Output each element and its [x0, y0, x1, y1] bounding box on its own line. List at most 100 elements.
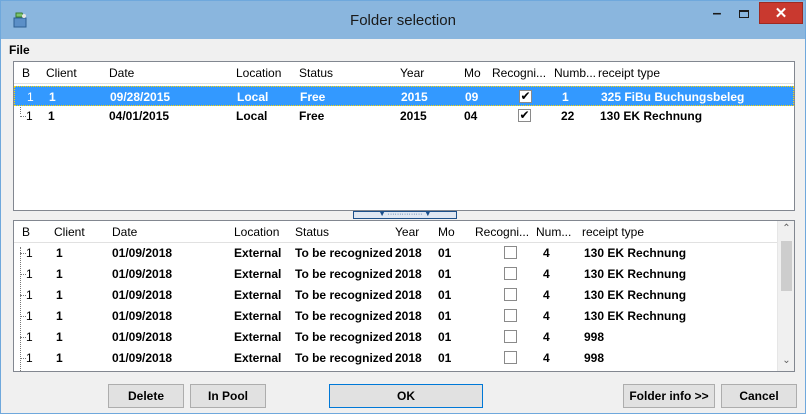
cell-b: 1 [26, 309, 33, 323]
top-folder-grid[interactable]: B Client Date Location Status Year Mo Re… [13, 61, 795, 211]
table-row[interactable]: 1101/09/2018ExternalTo be recognized2018… [14, 306, 794, 326]
col-header-status[interactable]: Status [295, 225, 329, 239]
cell-date: 01/09/2018 [112, 267, 173, 281]
table-row[interactable]: 1101/09/2018ExternalTo be recognized2018… [14, 327, 794, 347]
cell-client: 1 [56, 351, 63, 365]
folder-info-button[interactable]: Folder info >> [623, 384, 715, 408]
cell-b: 1 [26, 109, 33, 123]
bottom-folder-grid[interactable]: B Client Date Location Status Year Mo Re… [13, 220, 795, 372]
cell-mo: 04 [464, 109, 478, 123]
cell-receipt-type: 998 [584, 351, 605, 365]
cell-number: 4 [543, 288, 550, 302]
cell-status: To be recognized [295, 330, 393, 344]
cell-b: 1 [26, 351, 33, 365]
table-row[interactable]: 1101/09/2018ExternalTo be recognized2018… [14, 348, 794, 368]
col-header-mo[interactable]: Mo [438, 225, 455, 239]
in-pool-button[interactable]: In Pool [190, 384, 266, 408]
menu-file[interactable]: File [9, 43, 30, 57]
recognized-checkbox[interactable] [504, 246, 517, 259]
cell-status: Free [300, 90, 326, 104]
table-row[interactable]: 1101/09/2018ExternalTo be recognized2018… [14, 369, 794, 371]
cell-client: 1 [56, 246, 63, 260]
ok-button[interactable]: OK [329, 384, 483, 408]
recognized-checkbox[interactable]: ✔ [518, 109, 531, 122]
cell-number: 4 [543, 309, 550, 323]
table-row[interactable]: 1 1 04/01/2015 Local Free 2015 04 ✔ 22 1… [14, 106, 794, 126]
cell-date: 01/09/2018 [112, 330, 173, 344]
scroll-up-icon[interactable]: ⌃ [778, 223, 794, 234]
col-header-recognized[interactable]: Recogni... [475, 225, 529, 239]
top-grid-header: B Client Date Location Status Year Mo Re… [14, 62, 794, 84]
col-header-client[interactable]: Client [54, 225, 85, 239]
col-header-year[interactable]: Year [395, 225, 419, 239]
cell-status: To be recognized [295, 288, 393, 302]
cell-receipt-type: 130 EK Rechnung [584, 309, 687, 323]
vertical-scrollbar[interactable]: ⌃ ⌄ [777, 221, 794, 371]
cell-number: 4 [543, 267, 550, 281]
recognized-checkbox[interactable] [504, 351, 517, 364]
cell-location: External [234, 330, 282, 344]
cell-client: 1 [49, 90, 56, 104]
col-header-b[interactable]: B [22, 225, 30, 239]
cell-year: 2018 [395, 267, 422, 281]
cell-year: 2018 [395, 351, 422, 365]
cell-year: 2018 [395, 330, 422, 344]
recognized-checkbox[interactable] [504, 288, 517, 301]
recognized-checkbox[interactable] [504, 267, 517, 280]
scroll-down-icon[interactable]: ⌄ [778, 355, 794, 366]
cell-year: 2018 [395, 288, 422, 302]
cell-date: 01/09/2018 [112, 246, 173, 260]
col-header-recognized[interactable]: Recogni... [492, 66, 546, 80]
col-header-number[interactable]: Numb... [554, 66, 596, 80]
col-header-receipt-type[interactable]: receipt type [582, 225, 644, 239]
cell-location: External [234, 309, 282, 323]
cell-location: Local [236, 109, 268, 123]
cancel-button[interactable]: Cancel [721, 384, 797, 408]
col-header-status[interactable]: Status [299, 66, 333, 80]
col-header-client[interactable]: Client [46, 66, 77, 80]
grid-splitter[interactable]: ▼ ··············· ▼ [353, 211, 457, 219]
cell-mo: 01 [438, 246, 452, 260]
cell-location: External [234, 351, 282, 365]
col-header-number[interactable]: Num... [536, 225, 571, 239]
cell-client: 1 [56, 309, 63, 323]
table-row[interactable]: 1101/09/2018ExternalTo be recognized2018… [14, 264, 794, 284]
cell-number: 22 [561, 109, 575, 123]
maximize-icon [739, 10, 749, 18]
table-row[interactable]: 1101/09/2018ExternalTo be recognized2018… [14, 285, 794, 305]
col-header-location[interactable]: Location [234, 225, 279, 239]
col-header-location[interactable]: Location [236, 66, 281, 80]
cell-date: 01/09/2018 [112, 288, 173, 302]
cell-receipt-type: 130 EK Rechnung [584, 288, 687, 302]
cell-date: 04/01/2015 [109, 109, 170, 123]
col-header-date[interactable]: Date [112, 225, 137, 239]
cell-status: To be recognized [295, 351, 393, 365]
col-header-date[interactable]: Date [109, 66, 134, 80]
col-header-b[interactable]: B [22, 66, 30, 80]
cell-year: 2015 [400, 109, 427, 123]
recognized-checkbox[interactable] [504, 330, 517, 343]
cell-mo: 09 [465, 90, 479, 104]
cell-year: 2015 [401, 90, 428, 104]
cell-client: 1 [48, 109, 55, 123]
cell-year: 2018 [395, 309, 422, 323]
recognized-checkbox[interactable]: ✔ [519, 90, 532, 103]
cell-status: To be recognized [295, 267, 393, 281]
cell-mo: 01 [438, 330, 452, 344]
col-header-year[interactable]: Year [400, 66, 424, 80]
table-row[interactable]: 1101/09/2018ExternalTo be recognized2018… [14, 243, 794, 263]
maximize-button[interactable] [731, 5, 757, 27]
recognized-checkbox[interactable] [504, 309, 517, 322]
table-row[interactable]: 1 1 09/28/2015 Local Free 2015 09 ✔ 1 32… [14, 86, 794, 106]
cell-receipt-type: 130 EK Rechnung [584, 246, 687, 260]
cell-status: To be recognized [295, 246, 393, 260]
cell-location: External [234, 246, 282, 260]
close-button[interactable]: ✕ [759, 2, 803, 24]
cell-number: 1 [562, 90, 569, 104]
scroll-thumb[interactable] [781, 241, 792, 291]
minimize-button[interactable]: – [704, 5, 730, 27]
delete-button[interactable]: Delete [108, 384, 184, 408]
col-header-receipt-type[interactable]: receipt type [598, 66, 660, 80]
col-header-mo[interactable]: Mo [464, 66, 481, 80]
cell-date: 09/28/2015 [110, 90, 171, 104]
